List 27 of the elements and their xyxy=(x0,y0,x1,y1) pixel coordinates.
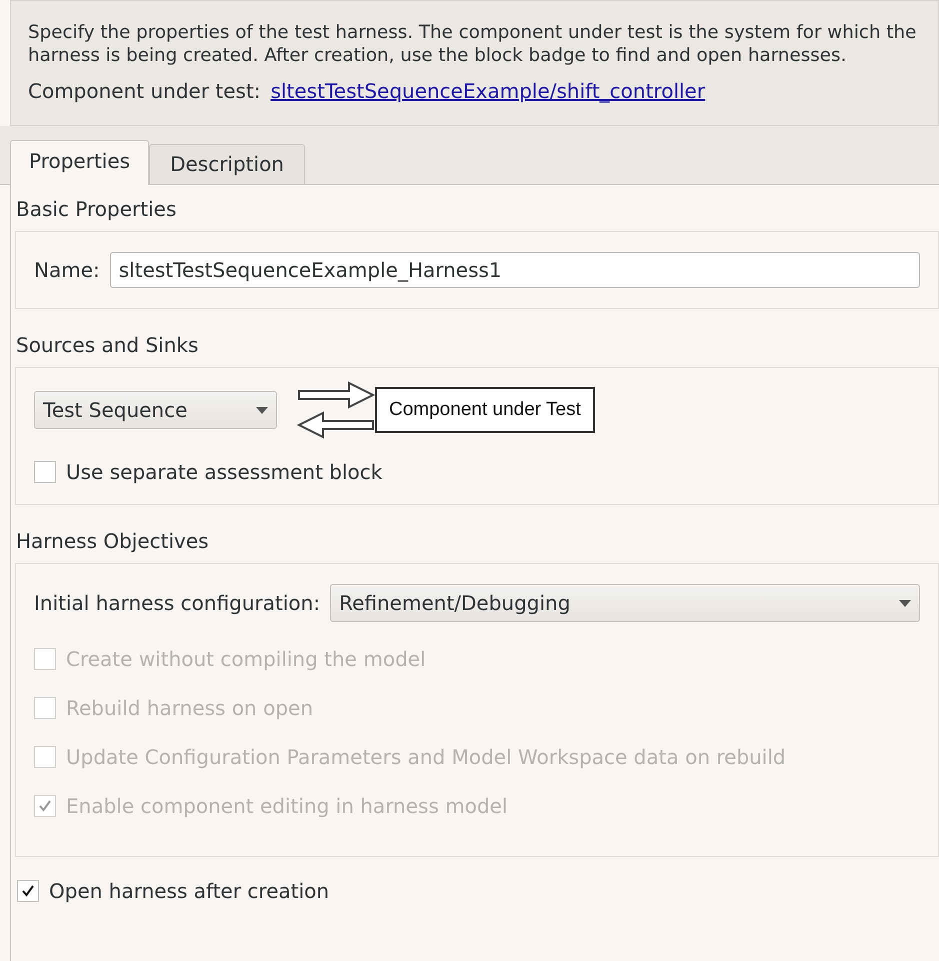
dropdown-caret-icon xyxy=(256,406,268,414)
name-label: Name: xyxy=(34,258,100,282)
tab[interactable]: Properties xyxy=(10,140,150,185)
check-icon xyxy=(21,884,35,898)
checkbox-label: Use separate assessment block xyxy=(66,460,382,484)
configuration-dropdown[interactable]: Refinement/Debugging xyxy=(330,584,920,622)
name-field[interactable]: sltestTestSequenceExample_Harness1 xyxy=(110,252,920,288)
component-label: Component under test: xyxy=(28,79,261,103)
configuration-label: Initial harness configuration: xyxy=(34,591,320,615)
section-title: Harness Objectives xyxy=(15,528,210,555)
description-text: Specify the properties of the test harness. The component under test is the system for which the harness is being created. After creation, use the block badge to find and open harnesses. xyxy=(28,21,918,67)
component-link[interactable]: sltestTestSequenceExample/shift_controller xyxy=(270,79,706,103)
section-title: Sources and Sinks xyxy=(15,332,200,359)
checkbox-label: Enable component editing in harness model xyxy=(66,794,508,818)
checkbox[interactable] xyxy=(34,461,56,483)
checkbox-label: Rebuild harness on open xyxy=(66,696,314,720)
checkbox-label: Update Configuration Parameters and Model Workspace data on rebuild xyxy=(66,745,786,769)
bidirectional-arrows-icon xyxy=(297,380,375,440)
source-dropdown[interactable]: Test Sequence xyxy=(34,391,277,429)
component-block: Component under Test xyxy=(375,387,595,433)
checkbox-label: Open harness after creation xyxy=(49,879,330,903)
check-icon xyxy=(38,799,52,813)
section-title: Basic Properties xyxy=(15,196,178,223)
tab[interactable]: Description xyxy=(149,144,305,184)
checkbox[interactable] xyxy=(17,880,39,902)
checkbox-label: Create without compiling the model xyxy=(66,647,426,671)
dropdown-caret-icon xyxy=(899,600,911,606)
